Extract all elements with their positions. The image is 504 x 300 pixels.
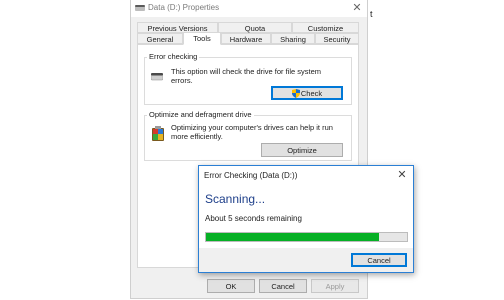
- background-window-edge: t: [370, 9, 373, 19]
- tab-customize[interactable]: Customize: [292, 22, 359, 33]
- dialog-footer: Cancel: [199, 248, 413, 272]
- tab-general[interactable]: General: [137, 33, 183, 44]
- close-icon[interactable]: ✕: [395, 168, 409, 182]
- window-title: Data (D:) Properties: [148, 3, 220, 12]
- error-checking-dialog: Error Checking (Data (D:)) ✕ Scanning...…: [198, 165, 414, 273]
- time-remaining: About 5 seconds remaining: [205, 214, 302, 223]
- error-checking-description: This option will check the drive for fil…: [171, 67, 322, 85]
- tab-quota[interactable]: Quota: [218, 22, 292, 33]
- dialog-title: Error Checking (Data (D:)): [204, 171, 298, 180]
- tab-sharing[interactable]: Sharing: [271, 33, 315, 44]
- drive-icon: [135, 5, 145, 11]
- title-bar: Data (D:) Properties ✕: [131, 0, 367, 17]
- ok-button[interactable]: OK: [207, 279, 255, 293]
- optimize-group: Optimize and defragment drive Optimizing…: [144, 110, 352, 161]
- check-button[interactable]: Check: [271, 86, 343, 100]
- cancel-button[interactable]: Cancel: [259, 279, 307, 293]
- drive-icon: [151, 73, 163, 81]
- optimize-button[interactable]: Optimize: [261, 143, 343, 157]
- error-checking-title: Error checking: [147, 52, 200, 61]
- optimize-title: Optimize and defragment drive: [147, 110, 254, 119]
- scan-progress-fill: [206, 233, 379, 241]
- shield-icon: [291, 88, 300, 98]
- apply-button[interactable]: Apply: [311, 279, 359, 293]
- defrag-icon: [152, 126, 164, 141]
- scanning-heading: Scanning...: [205, 192, 266, 206]
- tab-hardware[interactable]: Hardware: [221, 33, 271, 44]
- check-button-label: Check: [300, 88, 323, 98]
- tab-tools[interactable]: Tools: [183, 32, 221, 45]
- scan-progress-bar: [205, 232, 408, 242]
- close-icon[interactable]: ✕: [349, 1, 365, 15]
- error-checking-group: Error checking This option will check th…: [144, 52, 352, 105]
- dialog-cancel-button[interactable]: Cancel: [351, 253, 407, 267]
- tab-security[interactable]: Security: [315, 33, 359, 44]
- optimize-description: Optimizing your computer's drives can he…: [171, 123, 333, 141]
